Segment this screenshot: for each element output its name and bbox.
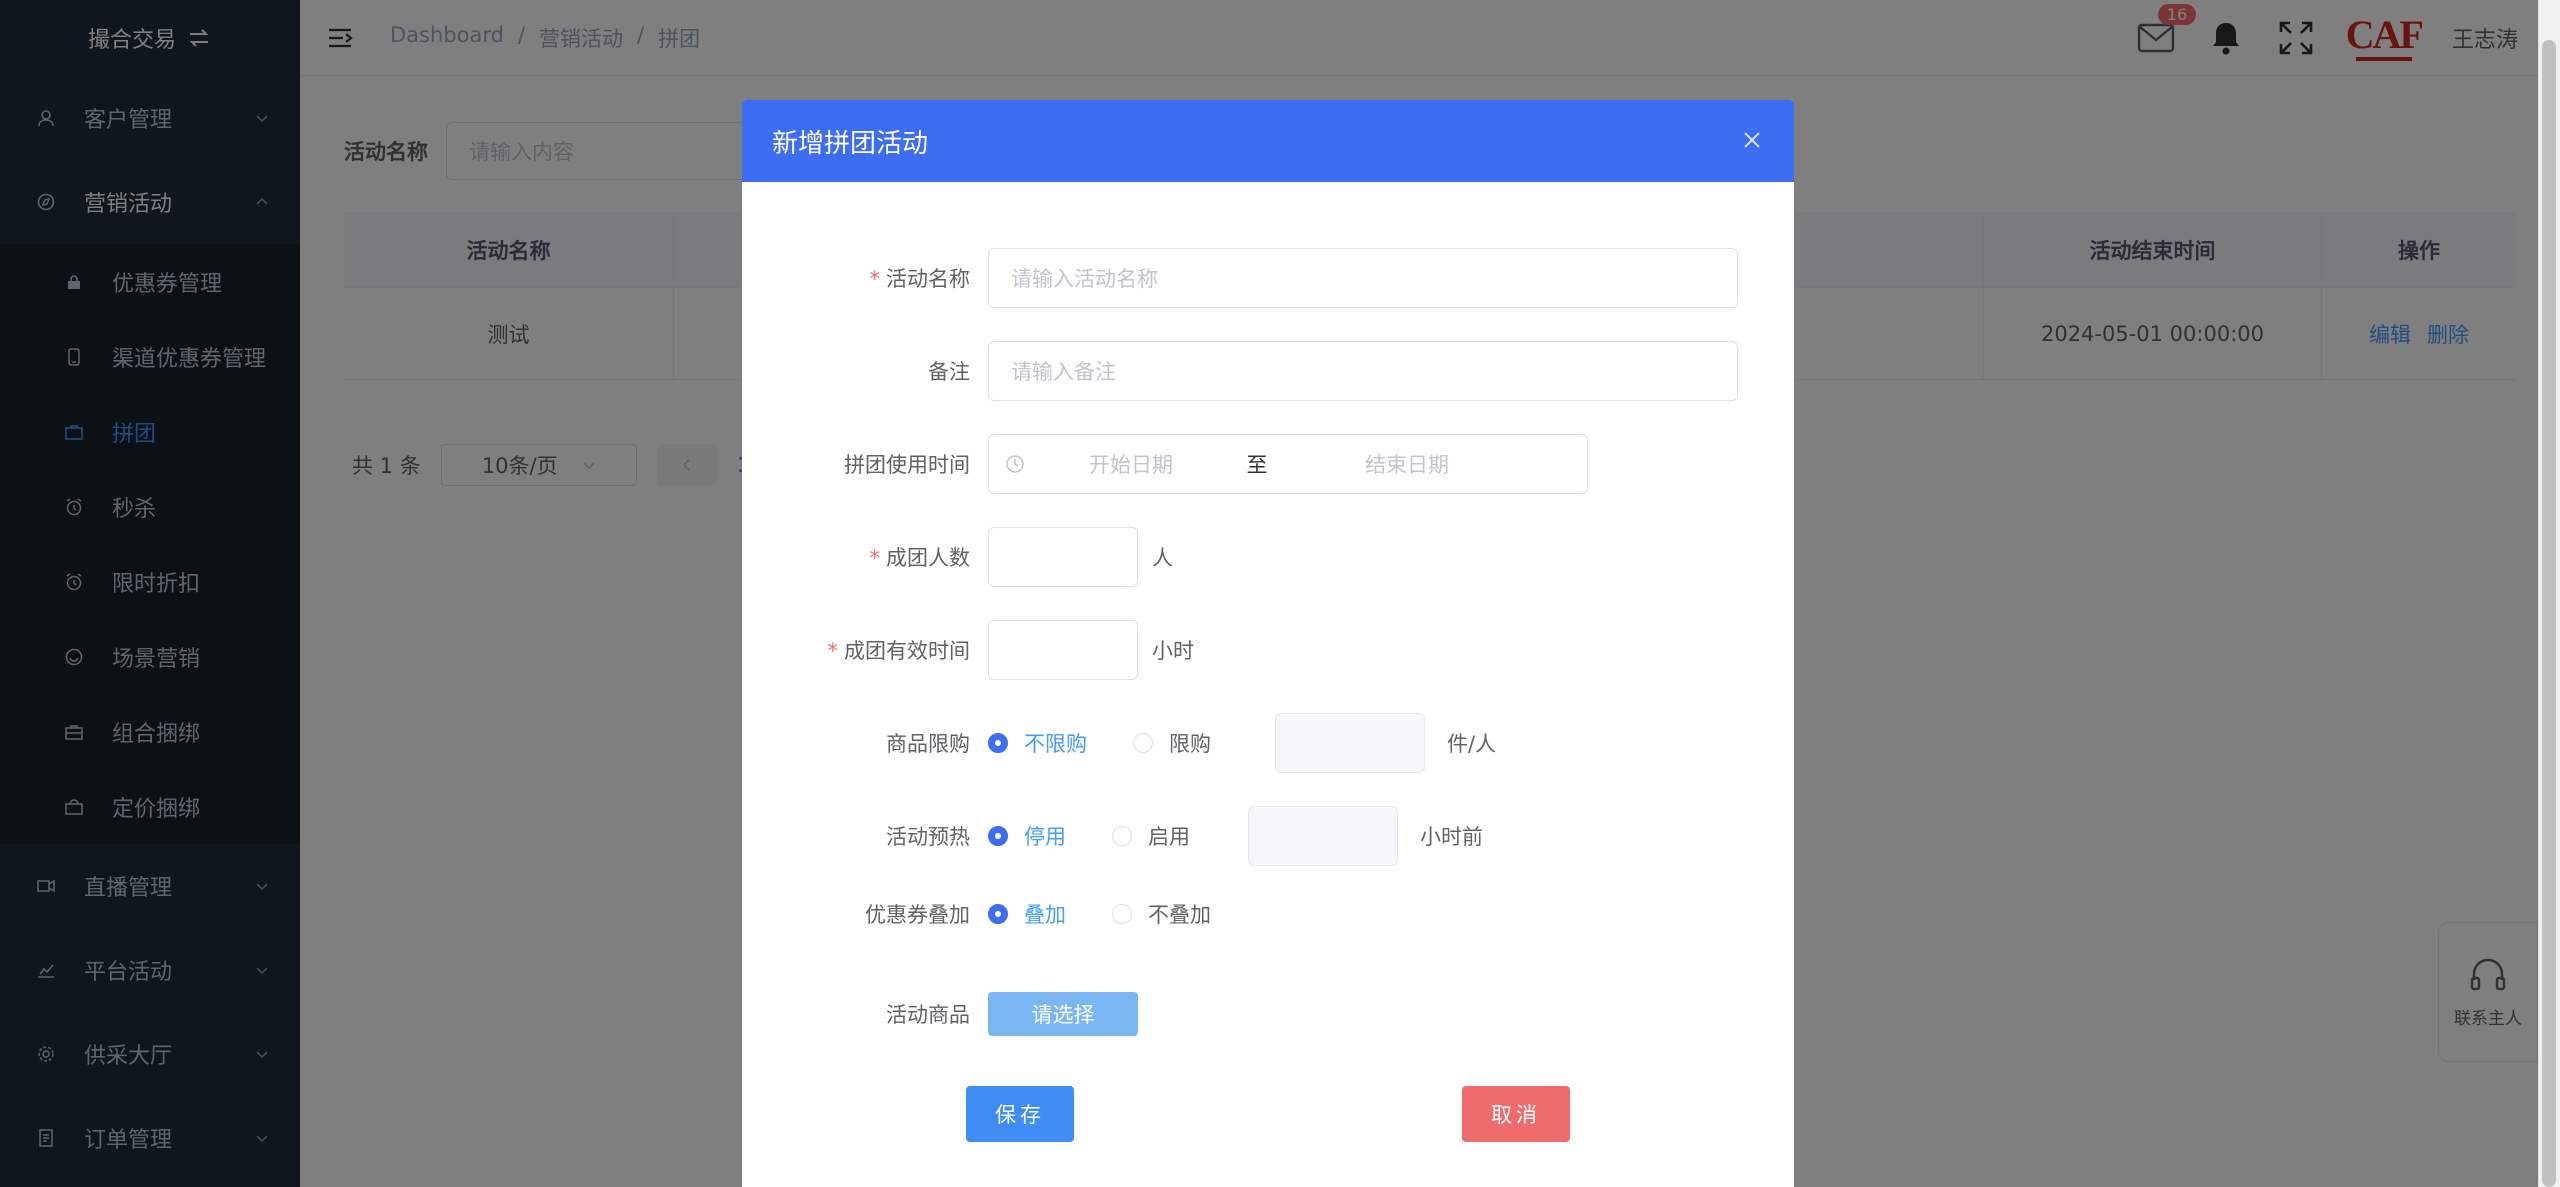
- limit-unit: 件/人: [1447, 732, 1497, 756]
- radio-coupon-no-stack[interactable]: 不叠加: [1112, 899, 1211, 929]
- remark-label: 备注: [928, 360, 970, 384]
- valid-unit: 小时: [1152, 639, 1194, 663]
- limit-label: 商品限购: [886, 732, 970, 756]
- radio-dot: [1133, 733, 1153, 753]
- form-row-limit: 商品限购 不限购 限购 件/人: [742, 713, 1496, 773]
- date-range-picker[interactable]: 开始日期 至 结束日期: [988, 434, 1588, 494]
- radio-limit[interactable]: 限购: [1133, 728, 1211, 758]
- name-label: * 活动名称: [869, 267, 971, 291]
- cancel-button[interactable]: 取消: [1462, 1086, 1570, 1142]
- range-separator: 至: [1246, 453, 1268, 477]
- form-row-preheat: 活动预热 停用 启用 小时前: [742, 806, 1483, 866]
- radio-no-limit[interactable]: 不限购: [988, 728, 1087, 758]
- radio-dot: [1112, 826, 1132, 846]
- close-icon[interactable]: [1740, 128, 1764, 152]
- page-scrollbar[interactable]: [2538, 0, 2560, 1187]
- activity-name-input[interactable]: 请输入活动名称: [988, 248, 1738, 308]
- dialog-header: 新增拼团活动: [742, 100, 1794, 182]
- required-asterisk: *: [869, 267, 881, 291]
- form-row-remark: 备注 请输入备注: [742, 341, 1738, 401]
- valid-time-label: * 成团有效时间: [827, 639, 971, 663]
- radio-dot: [988, 904, 1008, 924]
- clock-icon: [1006, 455, 1024, 473]
- dialog-title: 新增拼团活动: [772, 128, 929, 159]
- form-row-valid-time: * 成团有效时间 小时: [742, 620, 1194, 680]
- new-group-buy-dialog: 新增拼团活动 * 活动名称 请输入活动名称 备注 请输入备注 拼团使用时间 开始日…: [742, 100, 1794, 1187]
- start-date-input[interactable]: 开始日期: [1025, 449, 1237, 479]
- form-row-people: * 成团人数 人: [742, 527, 1173, 587]
- radio-preheat-on[interactable]: 启用: [1112, 821, 1190, 851]
- preheat-label: 活动预热: [886, 825, 970, 849]
- radio-coupon-stack[interactable]: 叠加: [988, 899, 1066, 929]
- time-label: 拼团使用时间: [844, 453, 970, 477]
- end-date-input[interactable]: 结束日期: [1277, 449, 1537, 479]
- form-row-name: * 活动名称 请输入活动名称: [742, 248, 1738, 308]
- form-row-goods: 活动商品 请选择: [742, 992, 1138, 1036]
- radio-dot: [988, 826, 1008, 846]
- scrollbar-thumb[interactable]: [2542, 40, 2556, 1187]
- limit-quantity-input[interactable]: [1275, 713, 1425, 773]
- radio-preheat-off[interactable]: 停用: [988, 821, 1066, 851]
- required-asterisk: *: [869, 546, 881, 570]
- save-button[interactable]: 保存: [966, 1086, 1074, 1142]
- required-asterisk: *: [827, 639, 839, 663]
- people-unit: 人: [1152, 546, 1173, 570]
- remark-input[interactable]: 请输入备注: [988, 341, 1738, 401]
- group-size-input[interactable]: [988, 527, 1138, 587]
- valid-hours-input[interactable]: [988, 620, 1138, 680]
- people-label: * 成团人数: [869, 546, 971, 570]
- goods-label: 活动商品: [886, 1003, 970, 1027]
- preheat-hours-input[interactable]: [1248, 806, 1398, 866]
- radio-dot: [988, 733, 1008, 753]
- radio-dot: [1112, 904, 1132, 924]
- form-row-time: 拼团使用时间 开始日期 至 结束日期: [742, 434, 1588, 494]
- choose-goods-button[interactable]: 请选择: [988, 992, 1138, 1036]
- preheat-unit: 小时前: [1420, 825, 1483, 849]
- form-row-coupon: 优惠券叠加 叠加 不叠加: [742, 899, 1257, 929]
- coupon-label: 优惠券叠加: [865, 903, 970, 927]
